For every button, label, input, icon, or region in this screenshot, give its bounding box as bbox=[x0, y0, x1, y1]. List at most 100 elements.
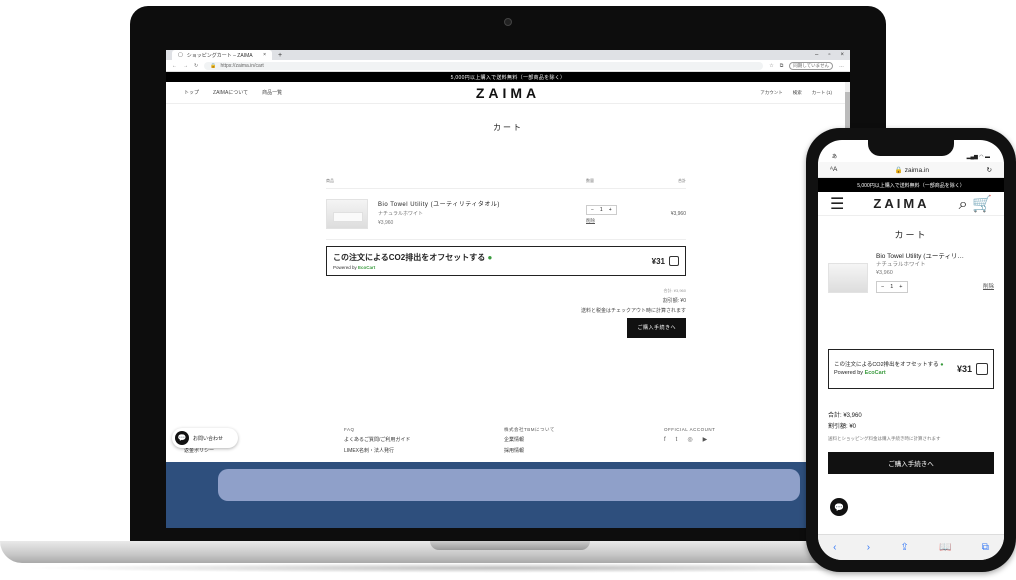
tab-title: ショッピングカート – ZAIMA bbox=[186, 52, 253, 59]
youtube-icon[interactable]: ▶ bbox=[703, 435, 708, 446]
phone-total: 合計: ¥3,960 bbox=[828, 413, 862, 419]
checkout-button[interactable]: ご購入手続きへ bbox=[627, 318, 686, 338]
quantity-value[interactable]: 1 bbox=[600, 207, 603, 213]
search-icon[interactable]: ⌕ bbox=[959, 196, 968, 213]
forward-icon[interactable]: → bbox=[183, 63, 188, 69]
text-size-icon[interactable]: ᴬA bbox=[830, 166, 837, 173]
site-logo[interactable]: ZAIMA bbox=[166, 85, 850, 101]
back-icon[interactable]: ‹ bbox=[833, 542, 836, 553]
new-tab-icon[interactable]: + bbox=[278, 52, 282, 59]
announcement-bar: 5,000円以上購入で送料無料（一部商品を除く） bbox=[166, 72, 850, 82]
phone-product-name[interactable]: Bio Towel Utility (ユーティリ… bbox=[876, 253, 994, 261]
offset-price: ¥31 bbox=[651, 256, 665, 266]
product-variant: ナチュラルホワイト bbox=[378, 210, 424, 217]
facebook-icon[interactable]: f bbox=[664, 435, 666, 446]
footer-heading: OFFICIAL ACCOUNT bbox=[664, 427, 716, 432]
bookmarks-icon[interactable]: 📖 bbox=[939, 542, 951, 553]
close-window-icon[interactable]: × bbox=[840, 52, 844, 58]
quantity-cell: − 1 + 削除 bbox=[586, 204, 646, 224]
url-field[interactable]: 🔒 https://zaima.in/cart bbox=[204, 61, 764, 70]
footer-link[interactable]: LIMEX名刺・法人発行 bbox=[344, 446, 504, 457]
phone-product-thumbnail[interactable] bbox=[828, 263, 868, 293]
phone-product-price: ¥3,960 bbox=[876, 270, 893, 276]
back-icon[interactable]: ← bbox=[172, 63, 177, 69]
collections-icon[interactable]: ⧉ bbox=[780, 63, 784, 69]
header-total: 合計 bbox=[678, 178, 686, 183]
quantity-value[interactable]: 1 bbox=[890, 283, 893, 291]
increase-quantity-button[interactable]: + bbox=[609, 207, 612, 213]
page-title: カート bbox=[493, 123, 523, 132]
browser-tabbar: ▢ ショッピングカート – ZAIMA × + – ▫ × bbox=[166, 50, 850, 60]
phone-discount: 割引額: ¥0 bbox=[828, 424, 857, 430]
phone-notch bbox=[868, 140, 954, 156]
forward-icon[interactable]: › bbox=[867, 542, 870, 553]
remove-link[interactable]: 削除 bbox=[586, 218, 646, 224]
subtotal: 合計: ¥3,960 bbox=[663, 288, 686, 293]
reload-icon[interactable]: ↻ bbox=[987, 166, 992, 174]
laptop-screen: ▢ ショッピングカート – ZAIMA × + – ▫ × ← → ↻ 🔒 ht… bbox=[166, 50, 850, 462]
phone-announcement-bar: 5,000円以上購入で送料無料（一部商品を除く） bbox=[818, 178, 1004, 192]
phone-url: 🔒 zaima.in bbox=[894, 166, 929, 174]
footer-link[interactable]: 企業情報 bbox=[504, 435, 664, 446]
phone-remove-link[interactable]: 削除 bbox=[983, 283, 994, 291]
phone-address-bar[interactable]: ᴬA 🔒 zaima.in ↻ bbox=[818, 162, 1004, 178]
laptop-taskbar bbox=[218, 469, 800, 501]
star-icon[interactable]: ☆ bbox=[769, 63, 773, 69]
phone-chat-button[interactable]: 💬 bbox=[830, 498, 848, 516]
share-icon[interactable]: ⇪ bbox=[900, 542, 908, 553]
decrease-quantity-button[interactable]: − bbox=[881, 283, 884, 291]
phone-product-info: Bio Towel Utility (ユーティリ… ナチュラルホワイト ¥3,9… bbox=[876, 253, 994, 293]
phone-page-title: カート bbox=[894, 230, 928, 240]
phone-site-logo[interactable]: ZAIMA bbox=[873, 196, 929, 211]
offset-checkbox[interactable] bbox=[669, 256, 679, 266]
footer-social: OFFICIAL ACCOUNT f t ◎ ▶ bbox=[664, 424, 824, 457]
chat-widget-button[interactable]: 💬 お問い合わせ bbox=[172, 428, 238, 448]
phone-site-header: ☰ ZAIMA ⌕ 🛒 bbox=[818, 192, 1004, 216]
carbon-offset-widget: この注文によるCO2排出をオフセットする ● Powered by EcoCar… bbox=[326, 246, 686, 276]
product-mockup: ▢ ショッピングカート – ZAIMA × + – ▫ × ← → ↻ 🔒 ht… bbox=[0, 0, 1016, 580]
reload-icon[interactable]: ↻ bbox=[194, 63, 198, 69]
product-name[interactable]: Bio Towel Utility (ユーティリティタオル) bbox=[378, 201, 586, 210]
phone-cart-summary: 合計: ¥3,960 割引額: ¥0 送料とショッピング料金は購入手続き時に計算… bbox=[828, 411, 994, 444]
discount: 割引額: ¥0 bbox=[662, 298, 686, 304]
footer-link[interactable]: よくあるご質問/ご利用ガイド bbox=[344, 435, 504, 446]
phone-carbon-offset-widget: この注文によるCO2排出をオフセットする ● Powered by EcoCar… bbox=[828, 349, 994, 389]
offset-powered-by: Powered by EcoCart bbox=[333, 265, 376, 270]
cart-icon[interactable]: 🛒 bbox=[972, 196, 992, 213]
sync-button[interactable]: 同期していません bbox=[789, 61, 833, 70]
minimize-icon[interactable]: – bbox=[815, 52, 818, 58]
phone-offset-checkbox[interactable] bbox=[976, 363, 988, 375]
cart-header-row: 商品 数量 合計 bbox=[326, 178, 686, 189]
instagram-icon[interactable]: ◎ bbox=[687, 435, 692, 446]
info-icon[interactable]: ● bbox=[487, 253, 492, 262]
phone-checkout-button[interactable]: ご購入手続きへ bbox=[828, 452, 994, 474]
footer-heading: 株式会社TBMについて bbox=[504, 427, 555, 432]
shipping-note: 送料と税金はチェックアウト時に計算されます bbox=[580, 308, 686, 314]
tabs-icon[interactable]: ⧉ bbox=[982, 542, 989, 553]
phone-offset-price: ¥31 bbox=[956, 364, 972, 374]
increase-quantity-button[interactable]: + bbox=[899, 283, 902, 291]
quantity-stepper: − 1 + bbox=[586, 204, 617, 215]
browser-tab[interactable]: ▢ ショッピングカート – ZAIMA × bbox=[172, 50, 272, 60]
cart-section: 商品 数量 合計 Bio Towel Utility (ユーティリティタオル) … bbox=[326, 178, 686, 338]
lock-icon: 🔒 bbox=[210, 62, 217, 69]
footer-link[interactable]: 採用情報 bbox=[504, 446, 664, 457]
social-icons: f t ◎ ▶ bbox=[664, 435, 824, 446]
window-controls: – ▫ × bbox=[815, 52, 850, 58]
decrease-quantity-button[interactable]: − bbox=[591, 207, 594, 213]
footer-faq: FAQ よくあるご質問/ご利用ガイド LIMEX名刺・法人発行 bbox=[344, 424, 504, 457]
line-total: ¥3,960 bbox=[670, 211, 686, 217]
ecocart-logo: EcoCart bbox=[864, 370, 886, 376]
menu-icon[interactable]: ☰ bbox=[830, 194, 844, 214]
laptop-hinge-notch bbox=[430, 541, 590, 550]
info-icon[interactable]: ● bbox=[940, 362, 943, 368]
site-footer: CUSTOMERS 返金ポリシー FAQ よくあるご質問/ご利用ガイド LIME… bbox=[184, 424, 824, 457]
more-icon[interactable]: … bbox=[839, 63, 844, 69]
maximize-icon[interactable]: ▫ bbox=[828, 52, 830, 58]
ecocart-logo: EcoCart bbox=[358, 265, 376, 270]
twitter-icon[interactable]: t bbox=[676, 435, 678, 446]
offset-title: この注文によるCO2排出をオフセットする ● bbox=[333, 253, 493, 262]
phone-product-variant: ナチュラルホワイト bbox=[876, 262, 926, 268]
close-tab-icon[interactable]: × bbox=[263, 52, 266, 58]
product-thumbnail[interactable] bbox=[326, 199, 368, 229]
